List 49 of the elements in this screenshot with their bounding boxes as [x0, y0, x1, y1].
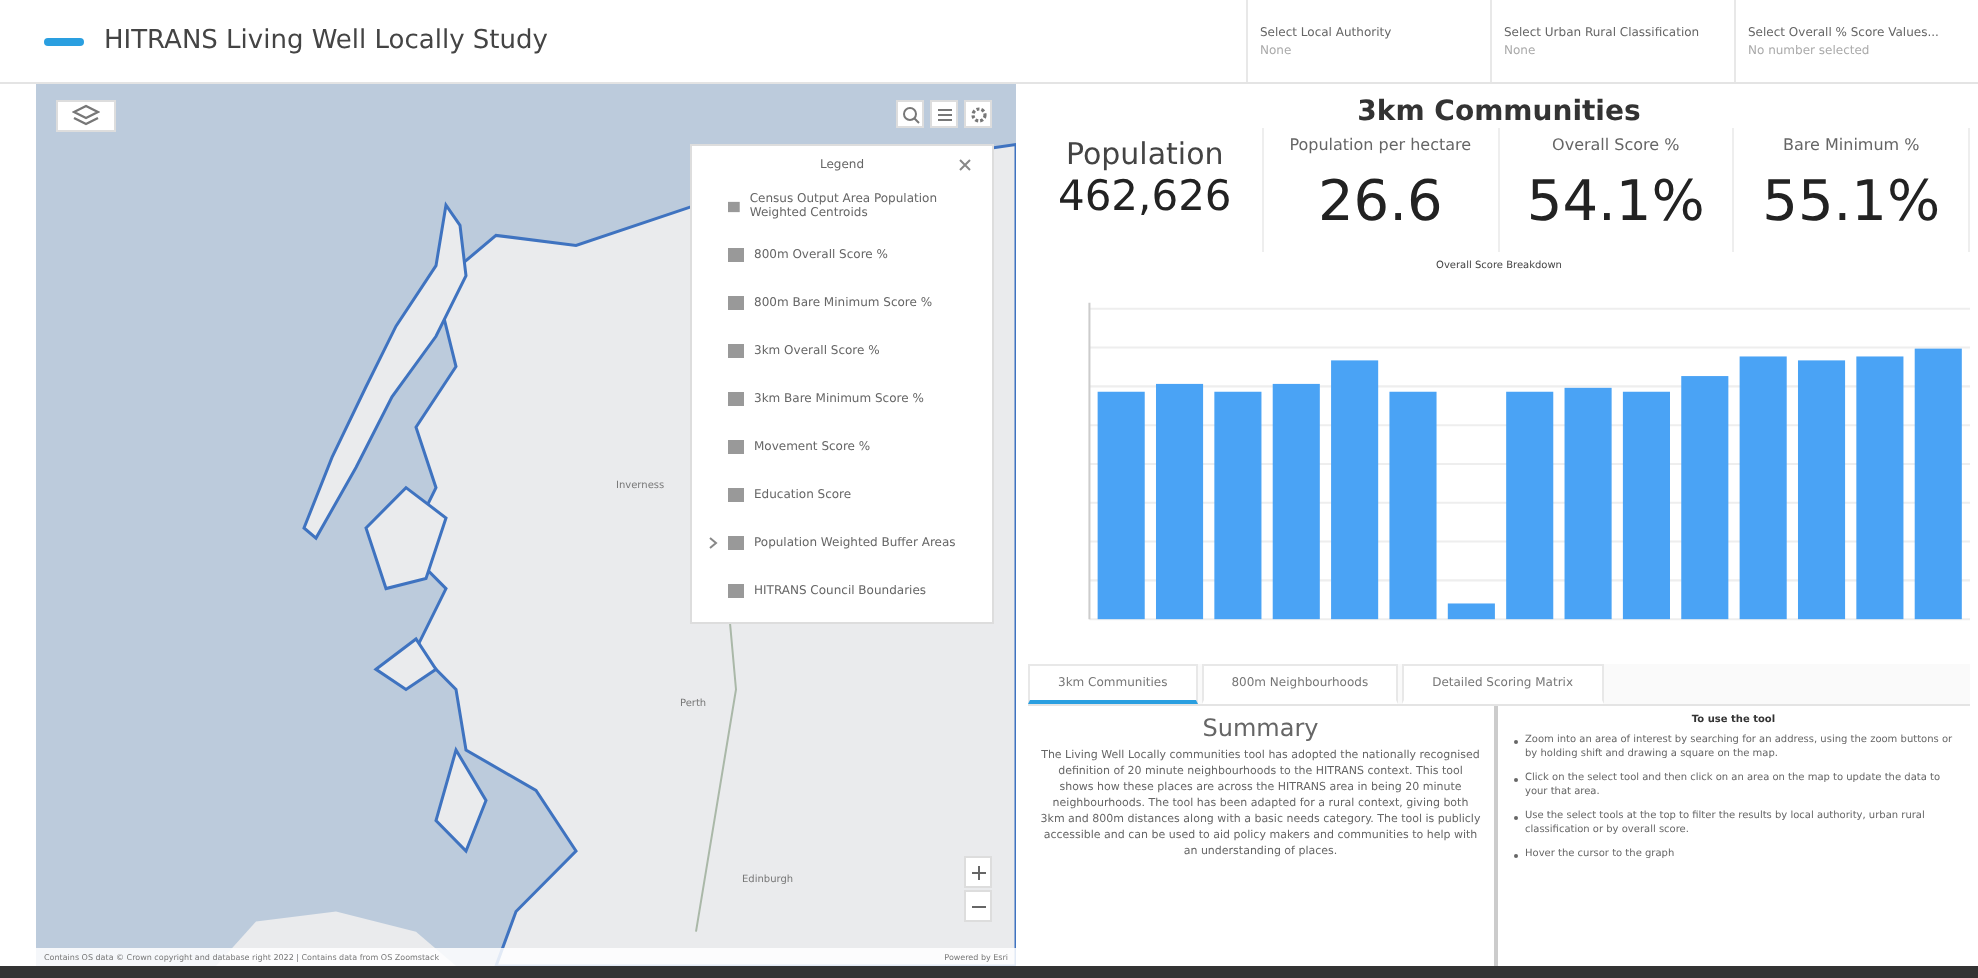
caret-icon[interactable] — [708, 535, 718, 549]
plus-icon — [971, 865, 985, 879]
stat-label: Overall Score % — [1552, 136, 1680, 158]
layer-icon — [728, 583, 744, 597]
settings-button[interactable] — [964, 100, 992, 128]
layer-icon — [728, 295, 744, 309]
zoom-out-button[interactable] — [964, 890, 992, 922]
gear-icon — [969, 105, 987, 123]
layer-icon — [728, 487, 744, 501]
stat-label: Population — [1065, 136, 1224, 168]
layer-list-button[interactable] — [56, 100, 116, 132]
layer-icon — [728, 535, 744, 549]
logo-icon — [44, 37, 84, 45]
search-icon — [901, 105, 919, 123]
chart-bar[interactable] — [1447, 603, 1495, 620]
layer-icon — [728, 391, 744, 405]
chart-bar[interactable] — [1856, 356, 1904, 620]
close-icon[interactable] — [958, 158, 972, 172]
chart-bar[interactable] — [1331, 360, 1379, 620]
chart-bar[interactable] — [1097, 391, 1145, 620]
stat-label: Population per hectare — [1289, 136, 1472, 158]
dashboard-title: 3km Communities — [1355, 96, 1643, 128]
chart-bar[interactable] — [1156, 383, 1204, 620]
chart-bar[interactable] — [1506, 391, 1554, 620]
layers-icon — [72, 104, 100, 128]
app-title: HITRANS Living Well Locally Study — [104, 26, 550, 56]
layer-icon — [728, 247, 744, 261]
chart-bar[interactable] — [1798, 360, 1846, 620]
list-icon — [935, 105, 953, 123]
chart-bar[interactable] — [1214, 391, 1262, 620]
stat-label: Bare Minimum % — [1783, 136, 1920, 158]
layer-icon — [728, 199, 740, 213]
chart-bar[interactable] — [1272, 383, 1320, 620]
chart-bar[interactable] — [1389, 391, 1437, 620]
zoom-in-button[interactable] — [964, 856, 992, 888]
stat-value: 462,626 — [1057, 172, 1232, 220]
summary-title: Summary — [1200, 714, 1321, 742]
chart-bar[interactable] — [1622, 391, 1670, 620]
chart-bar[interactable] — [1914, 348, 1962, 620]
layer-icon — [728, 343, 744, 357]
stat-value: 55.1% — [1762, 168, 1941, 234]
layer-icon — [728, 439, 744, 453]
chart-bar[interactable] — [1739, 356, 1787, 620]
chart-bar[interactable] — [1681, 376, 1729, 620]
stat-value: 54.1% — [1526, 168, 1705, 234]
search-button[interactable] — [896, 100, 924, 128]
stat-value: 26.6 — [1317, 168, 1443, 234]
chart-bar[interactable] — [1564, 387, 1612, 620]
list-button[interactable] — [930, 100, 958, 128]
